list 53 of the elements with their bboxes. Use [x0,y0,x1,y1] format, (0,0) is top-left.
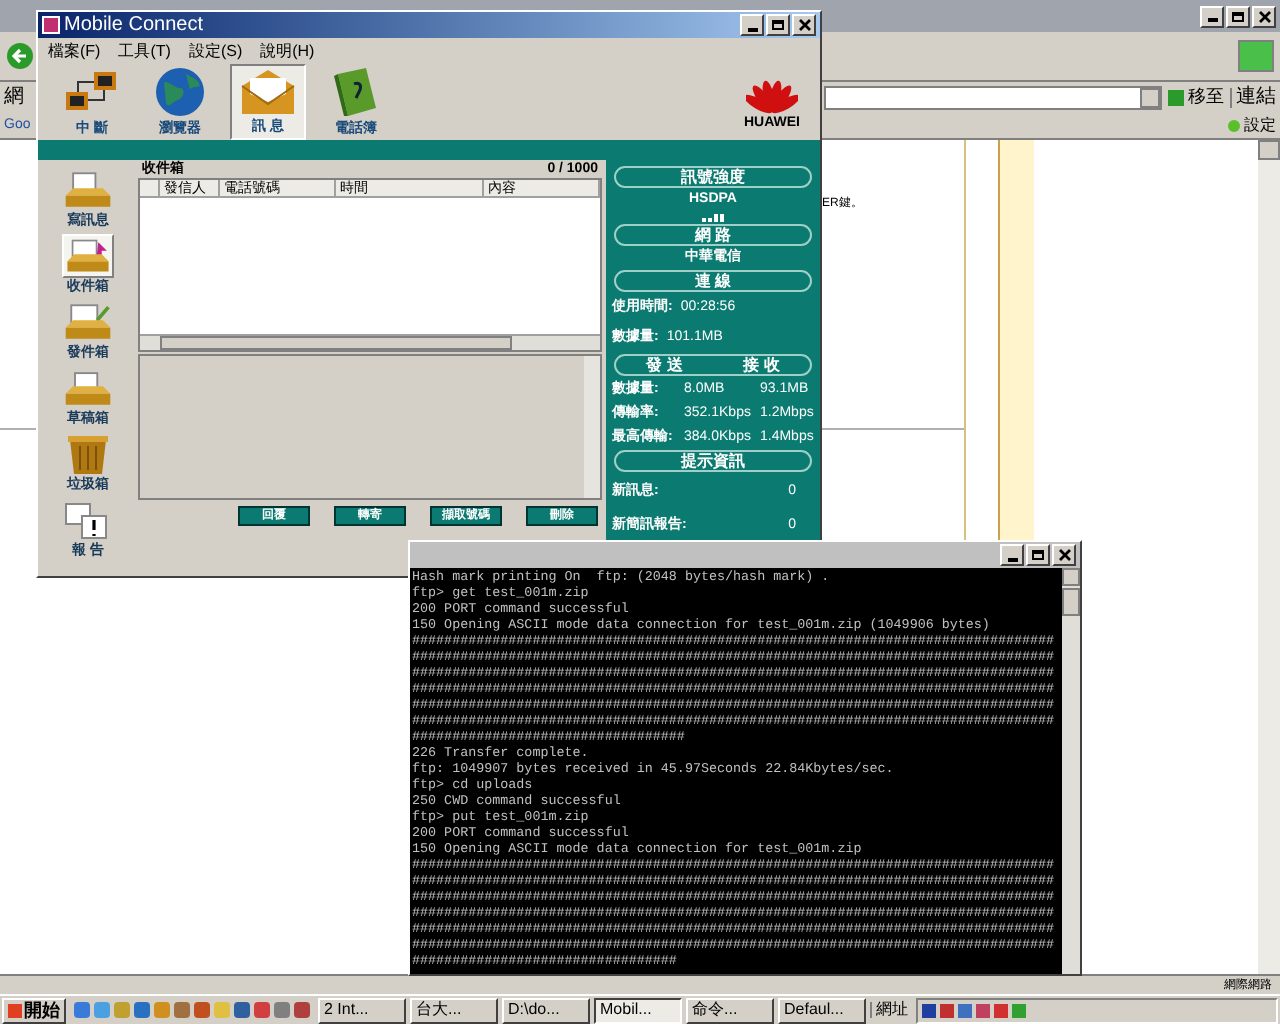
minimize-button[interactable] [1200,5,1224,27]
trash-icon [64,432,112,476]
book-icon [330,64,382,120]
vertical-scrollbar[interactable] [1062,568,1080,974]
close-icon [1257,9,1271,23]
maximize-button[interactable] [766,14,790,36]
address-label: 網址 [870,1002,912,1018]
close-button[interactable] [1052,544,1076,566]
globe-icon [152,64,208,120]
close-button[interactable] [1252,5,1276,27]
settings-button[interactable]: 設定 [1228,117,1276,133]
menu-item[interactable]: 檔案(F) [48,43,101,59]
start-button[interactable]: 開始 [2,997,66,1023]
maximize-button[interactable] [1226,5,1250,27]
section-header: 連 線 [614,270,812,292]
taskbar-button[interactable]: Defaul... [778,997,866,1023]
close-icon [797,18,811,32]
app-icon [42,16,60,34]
maximize-button[interactable] [1026,544,1050,566]
horizontal-scrollbar[interactable] [140,334,600,350]
go-button[interactable]: 移至 [1166,88,1226,106]
taskbar-button[interactable]: Mobil... [594,997,682,1023]
tray-icon [62,168,114,212]
window-title: Mobile Connect [64,15,205,35]
dropdown-button[interactable] [1140,87,1160,107]
address-field[interactable] [824,85,1162,109]
flower-logo-icon [746,75,798,115]
tray-icon [62,366,114,410]
back-arrow-icon[interactable] [6,42,34,70]
address-label: 網 [2,87,26,107]
vertical-scrollbar[interactable] [584,356,600,498]
taskbar-button[interactable]: 2 Int... [318,997,406,1023]
section-header: 提示資訊 [614,450,812,472]
taskbar-button[interactable]: D:\do... [502,997,590,1023]
send-label: 發 送 [646,357,683,373]
signal-bars-icon [701,212,725,222]
outbox-icon [62,300,114,344]
minimize-button[interactable] [1000,544,1024,566]
envelope-icon [238,66,298,118]
receive-label: 接 收 [743,357,780,373]
minimize-button[interactable] [740,14,764,36]
taskbar-button[interactable]: 台大... [410,997,498,1023]
close-icon [1057,548,1071,562]
menu-item[interactable]: 說明(H) [260,43,315,59]
section-header: 網 路 [614,224,812,246]
taskbar-button[interactable]: 命令... [686,997,774,1023]
windows-logo-icon [8,1003,22,1017]
links-button[interactable]: 連結 [1230,87,1276,107]
vertical-scrollbar[interactable] [1258,140,1280,974]
menu-item[interactable]: 工具(T) [118,43,171,59]
section-header: 訊號強度 [614,166,812,188]
close-button[interactable] [792,14,816,36]
menu-item[interactable]: 設定(S) [188,43,243,59]
